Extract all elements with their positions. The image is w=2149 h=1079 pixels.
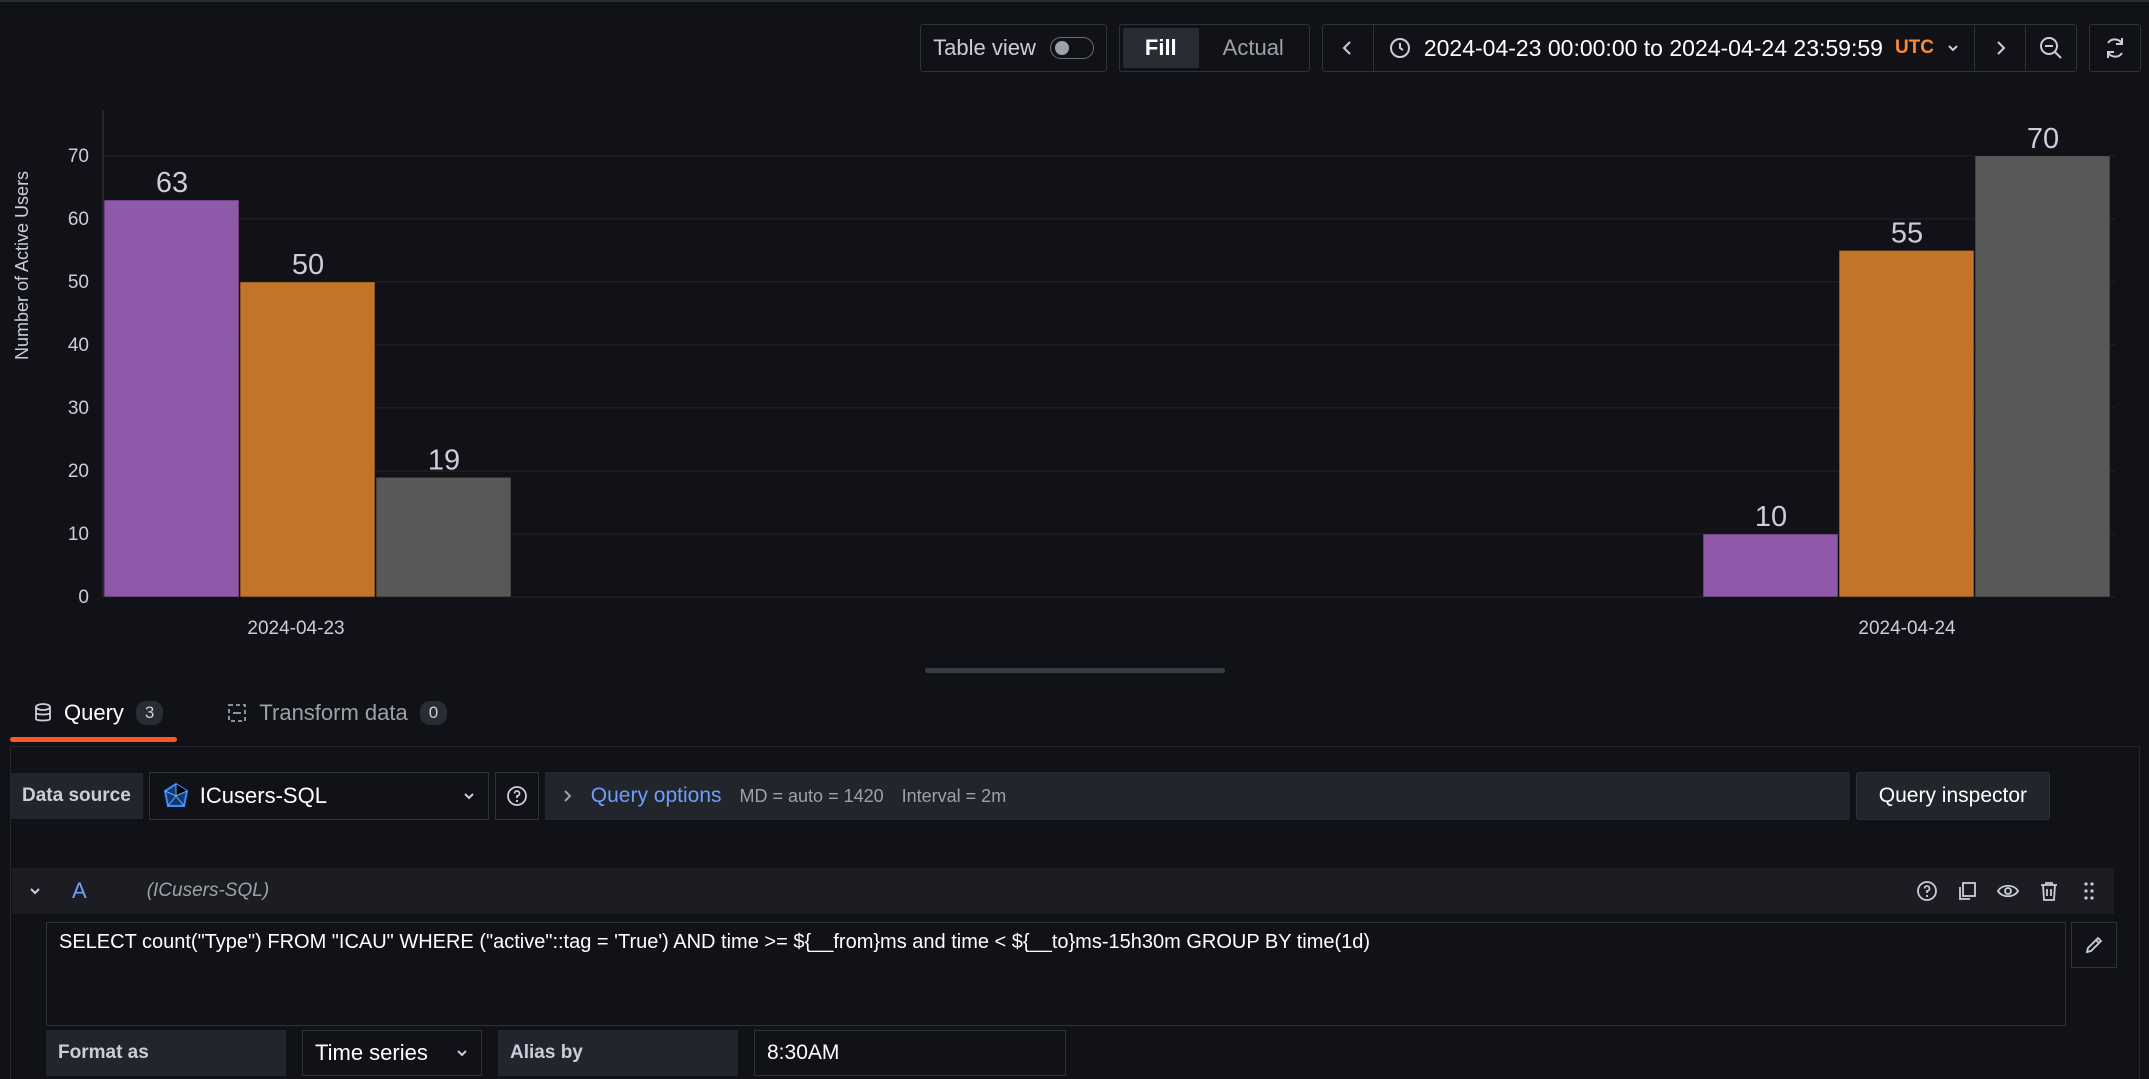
alias-by-input[interactable]: 8:30AM [754, 1030, 1066, 1076]
bar-value-label: 63 [156, 167, 188, 199]
chevron-right-icon [564, 790, 572, 802]
refresh-icon [2107, 38, 2123, 58]
datasource-value: ICusers-SQL [199, 783, 327, 808]
tab-transform-count: 0 [419, 701, 448, 725]
chevron-right-icon[interactable] [1975, 25, 2026, 71]
y-tick-label: 10 [68, 524, 89, 545]
refresh-button[interactable] [2089, 24, 2141, 72]
bar-value-label: 50 [292, 249, 324, 281]
x-tick-label: 2024-04-24 [1858, 618, 1956, 639]
panel-toolbar: Table view Fill Actual 2024-04-23 00:00:… [920, 24, 2141, 72]
chevron-down-icon [1948, 45, 1958, 52]
bar-value-label: 10 [1755, 501, 1787, 533]
datasource-logo-icon [163, 782, 188, 807]
database-icon [35, 703, 51, 722]
table-view-label: Table view [933, 35, 1036, 60]
query-options-title: Query options [590, 784, 722, 807]
bar-value-label: 19 [428, 444, 460, 476]
actual-option[interactable]: Actual [1201, 28, 1306, 68]
format-as-select[interactable]: Time series [302, 1030, 482, 1076]
pencil-icon [2085, 936, 2103, 954]
y-tick-label: 60 [68, 209, 89, 230]
help-icon[interactable] [1916, 880, 1938, 902]
datasource-picker[interactable]: ICusers-SQL [148, 772, 489, 820]
bar-value-label: 70 [2027, 123, 2059, 155]
query-a-header: A (ICusers-SQL) [12, 868, 2114, 914]
help-icon [506, 786, 527, 806]
format-as-label: Format as [46, 1030, 286, 1076]
tab-transform-label: Transform data [259, 700, 408, 725]
bar [375, 476, 512, 598]
time-range-button[interactable]: 2024-04-23 00:00:00 to 2024-04-24 23:59:… [1374, 25, 1975, 71]
datasource-label: Data source [10, 773, 143, 819]
datasource-help-button[interactable] [494, 772, 539, 820]
edit-mode-button[interactable] [2071, 922, 2117, 968]
time-range-text: 2024-04-23 00:00:00 to 2024-04-24 23:59:… [1423, 34, 1883, 61]
y-tick-label: 20 [68, 461, 89, 482]
sql-query-editor[interactable]: SELECT count("Type") FROM "ICAU" WHERE (… [46, 922, 2066, 1026]
bar-chart: 0 10 20 30 40 50 60 70 63 50 19 2024-04-23 10 55 70 202… [68, 110, 2115, 639]
editor-tabs: Query 3 Transform data 0 [10, 700, 461, 742]
clock-icon [1389, 38, 1410, 58]
trash-icon[interactable] [2038, 880, 2060, 902]
collapse-chevron-icon[interactable] [28, 884, 42, 898]
interval-value: Interval = 2m [901, 785, 1007, 806]
drag-handle-icon[interactable] [2078, 880, 2100, 902]
chevron-left-icon[interactable] [1323, 25, 1374, 71]
tab-query-label: Query [64, 700, 124, 725]
toggle-knob [1054, 41, 1069, 55]
y-tick-label: 70 [68, 146, 89, 167]
fill-option[interactable]: Fill [1122, 28, 1199, 68]
y-tick-label: 50 [68, 272, 89, 293]
bar [103, 199, 240, 598]
query-letter[interactable]: A [72, 878, 87, 904]
format-row: Format as Time series Alias by 8:30AM [46, 1030, 1066, 1076]
bar [1974, 155, 2111, 598]
datasource-row: Data source ICusers-SQL Query options MD… [10, 772, 2051, 820]
duplicate-icon[interactable] [1956, 880, 1978, 902]
tab-query-count: 3 [135, 701, 164, 725]
query-options-toggle[interactable]: Query options MD = auto = 1420 Interval … [544, 772, 1850, 820]
bar-value-label: 55 [1891, 217, 1923, 249]
query-inspector-button[interactable]: Query inspector [1855, 772, 2051, 820]
chevron-down-icon [464, 793, 474, 800]
alias-by-label: Alias by [498, 1030, 738, 1076]
panel-resize-handle[interactable] [925, 668, 1225, 673]
bar [239, 281, 376, 598]
toggle-switch[interactable] [1049, 37, 1094, 59]
format-as-value: Time series [315, 1040, 428, 1065]
y-tick-label: 0 [78, 587, 89, 608]
top-border [0, 0, 2149, 2]
table-view-toggle[interactable]: Table view [920, 24, 1107, 72]
bar [1702, 533, 1839, 598]
chevron-down-icon [457, 1050, 467, 1057]
max-data-points: MD = auto = 1420 [739, 785, 884, 806]
y-tick-label: 30 [68, 398, 89, 419]
eye-icon[interactable] [1996, 880, 2020, 902]
bar [1838, 250, 1975, 598]
time-range-picker: 2024-04-23 00:00:00 to 2024-04-24 23:59:… [1321, 24, 2077, 72]
transform-icon [228, 704, 247, 722]
fill-actual-switch: Fill Actual [1118, 24, 1310, 72]
timezone-label: UTC [1894, 37, 1934, 58]
tab-query[interactable]: Query 3 [10, 700, 178, 742]
zoom-out-icon[interactable] [2026, 25, 2076, 71]
query-actions [1916, 880, 2100, 902]
query-source: (ICusers-SQL) [146, 880, 270, 901]
y-tick-label: 40 [68, 335, 89, 356]
tab-transform[interactable]: Transform data 0 [203, 700, 461, 740]
x-tick-label: 2024-04-23 [247, 618, 344, 639]
